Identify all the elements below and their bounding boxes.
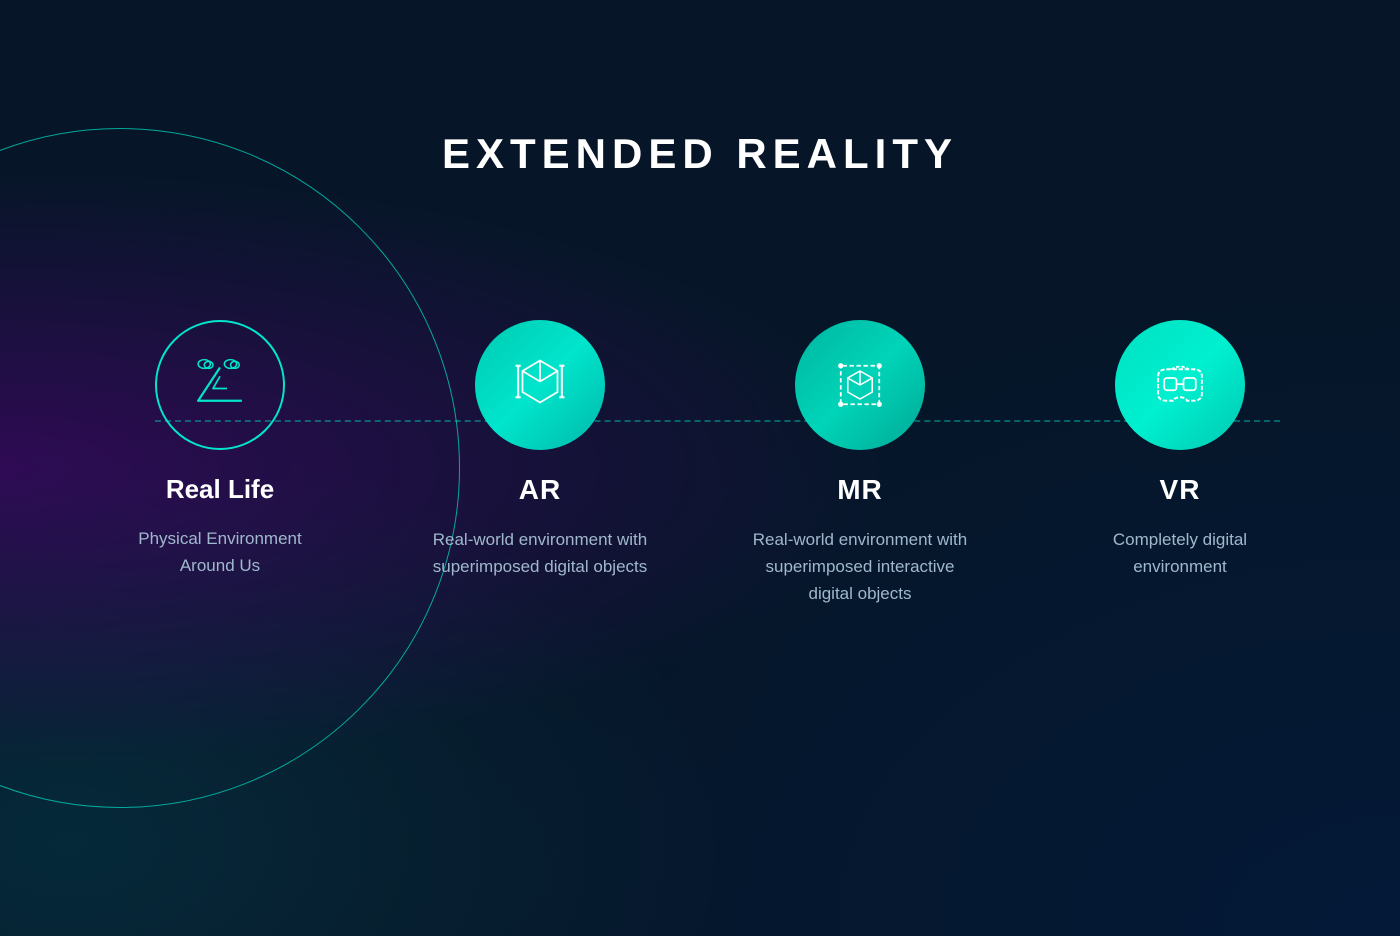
page-title: EXTENDED REALITY	[0, 130, 1400, 178]
item-real-life: Real Life Physical Environment Around Us	[110, 320, 330, 579]
vr-icon-circle	[1115, 320, 1245, 450]
mountain-icon	[185, 350, 255, 420]
mr-icon-circle	[795, 320, 925, 450]
item-vr: VR Completely digital environment	[1070, 320, 1290, 580]
ar-title: AR	[519, 474, 561, 506]
ar-desc: Real-world environment with superimposed…	[430, 526, 650, 580]
vr-desc: Completely digital environment	[1070, 526, 1290, 580]
item-mr: MR Real-world environment with superimpo…	[750, 320, 970, 608]
ar-icon-circle	[475, 320, 605, 450]
real-life-icon-circle	[155, 320, 285, 450]
mr-desc: Real-world environment with superimposed…	[750, 526, 970, 608]
real-life-desc: Physical Environment Around Us	[110, 525, 330, 579]
mr-title: MR	[837, 474, 883, 506]
item-ar: AR Real-world environment with superimpo…	[430, 320, 650, 580]
ar-cube-icon	[505, 350, 575, 420]
vr-title: VR	[1160, 474, 1201, 506]
items-row: Real Life Physical Environment Around Us	[60, 320, 1340, 608]
real-life-title: Real Life	[166, 474, 274, 505]
mr-cube-icon	[825, 350, 895, 420]
vr-headset-icon	[1145, 350, 1215, 420]
